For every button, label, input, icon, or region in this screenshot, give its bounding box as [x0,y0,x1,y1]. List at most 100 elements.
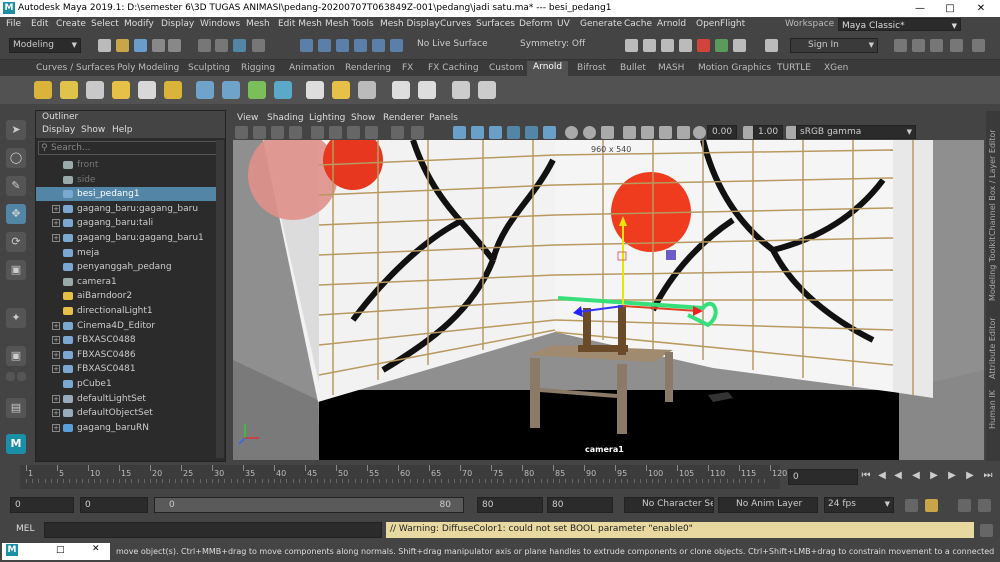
safe-title-icon[interactable] [411,126,424,139]
attribute-editor-tab[interactable]: Attribute Editor [988,317,997,379]
ipr-render-icon[interactable] [661,39,674,52]
outliner-item[interactable]: front [36,158,216,172]
minimized-window[interactable]: M □ ✕ [2,543,110,560]
play-forwards-icon[interactable]: ▶ [928,470,940,482]
wireframe-on-shaded-icon[interactable] [489,126,502,139]
minimize-button[interactable]: — [905,0,935,17]
shelf-tab-turtle[interactable]: TURTLE [777,63,811,73]
outliner-item[interactable]: meja [36,246,216,260]
pause-ipr-icon[interactable] [733,39,746,52]
close-button[interactable]: ✕ [966,0,996,17]
step-forward-frame-icon[interactable]: ▶ [964,470,976,482]
snap-curve-icon[interactable] [318,39,331,52]
menu-mesh-display[interactable]: Mesh Display [380,19,440,29]
single-perspective-layout-icon[interactable]: ▣ [6,346,26,366]
outliner-item[interactable]: + gagang_baru:gagang_baru [36,202,216,216]
playblast-icon[interactable] [478,81,496,99]
arnold-render-view-icon[interactable] [715,39,728,52]
shelf-tab-custom[interactable]: Custom [489,63,523,73]
wireframe-icon[interactable] [453,126,466,139]
outliner-item[interactable]: penyanggah_pedang [36,260,216,274]
channel-box-tab[interactable]: Channel Box / Layer Editor [988,129,997,236]
flush-cache-icon[interactable] [248,81,266,99]
magnet-icon[interactable] [390,39,403,52]
live-surface-field[interactable]: No Live Surface [414,38,504,53]
select-hierarchy-icon[interactable] [198,39,211,52]
menu-select[interactable]: Select [91,19,119,29]
area-light-icon[interactable] [34,81,52,99]
auto-key-icon[interactable] [925,499,938,512]
shelf-tab-bifrost[interactable]: Bifrost [577,63,606,73]
volume-icon[interactable] [222,81,240,99]
render-current-frame-icon[interactable] [625,39,638,52]
outliner-item[interactable]: + FBXASC0488 [36,333,216,347]
panel-menu-show[interactable]: Show [351,113,375,123]
shelf-tab-motion-graphics[interactable]: Motion Graphics [698,63,771,73]
snap-live-icon[interactable] [372,39,385,52]
expand-icon[interactable]: + [52,423,60,432]
menu-cache[interactable]: Cache [624,19,652,29]
shadows-icon[interactable] [543,126,556,139]
menu-uv[interactable]: UV [557,19,570,29]
outliner-item[interactable]: + gagang_baruRN [36,421,216,435]
anim-layer-dropdown[interactable]: No Anim Layer [718,497,818,513]
outliner-item[interactable]: directionalLight1 [36,304,216,318]
panel-menu-shading[interactable]: Shading [267,113,304,123]
four-view-layout-icon[interactable] [6,372,15,381]
render-sequence-icon[interactable] [643,39,656,52]
menu-generate[interactable]: Generate [580,19,622,29]
outliner-item[interactable]: pCube1 [36,377,216,391]
field-chart-icon[interactable] [365,126,378,139]
menu-openflight[interactable]: OpenFlight [696,19,745,29]
scale-tool-icon[interactable]: ▣ [6,260,26,280]
shelf-tab-animation[interactable]: Animation [289,63,335,73]
gamma-field[interactable]: 1.00 [753,125,783,139]
shelf-tab-rigging[interactable]: Rigging [241,63,275,73]
shelf-tab-arnold[interactable]: Arnold [527,61,569,76]
camera-attributes-icon[interactable] [235,126,248,139]
shelf-tab-sculpting[interactable]: Sculpting [188,63,230,73]
select-tool-icon[interactable]: ➤ [6,120,26,140]
xray-components-icon[interactable] [677,126,690,139]
save-scene-icon[interactable] [134,39,147,52]
command-input[interactable] [44,522,382,538]
select-component-icon[interactable] [233,39,246,52]
new-scene-icon[interactable] [98,39,111,52]
playback-settings-icon[interactable] [958,499,971,512]
panel-menu-lighting[interactable]: Lighting [309,113,345,123]
outliner-item[interactable]: + defaultLightSet [36,392,216,406]
select-object-icon[interactable] [215,39,228,52]
use-all-lights-icon[interactable] [525,126,538,139]
mesh-light-icon[interactable] [138,81,156,99]
expand-icon[interactable]: + [52,409,60,418]
step-back-frame-icon[interactable]: ◀ [876,470,888,482]
menu-create[interactable]: Create [56,19,86,29]
redo-icon[interactable] [168,39,181,52]
grid-icon[interactable] [289,126,302,139]
color-space-dropdown[interactable]: sRGB gamma ▼ [796,125,916,139]
shelf-tab-curves-surfaces[interactable]: Curves / Surfaces [36,63,115,73]
rotate-tool-icon[interactable]: ⟳ [6,232,26,252]
outliner-item[interactable]: + defaultObjectSet [36,406,216,420]
menu-deform[interactable]: Deform [519,19,552,29]
shader-ball-icon[interactable] [418,81,436,99]
menu-curves[interactable]: Curves [440,19,471,29]
snap-point-icon[interactable] [336,39,349,52]
soft-select-icon[interactable]: ✦ [6,308,26,328]
outliner-item[interactable]: aiBarndoor2 [36,289,216,303]
menu-edit[interactable]: Edit [31,19,48,29]
screen-space-ao-icon[interactable] [565,126,578,139]
film-gate-icon[interactable] [311,126,324,139]
outliner-menu-display[interactable]: Display [42,125,75,135]
playback-start-field[interactable]: 0 [80,497,148,513]
outliner-item[interactable]: + Cinema4D_Editor [36,319,216,333]
shelf-tab-mash[interactable]: MASH [658,63,684,73]
mel-label[interactable]: MEL [16,524,34,534]
persp-outliner-layout-icon[interactable] [17,372,26,381]
light-manager-icon[interactable] [332,81,350,99]
safe-action-icon[interactable] [391,126,404,139]
outliner-menu-show[interactable]: Show [81,125,105,135]
render-settings-icon[interactable] [452,81,470,99]
menu-surfaces[interactable]: Surfaces [476,19,515,29]
expand-icon[interactable]: + [52,350,60,359]
